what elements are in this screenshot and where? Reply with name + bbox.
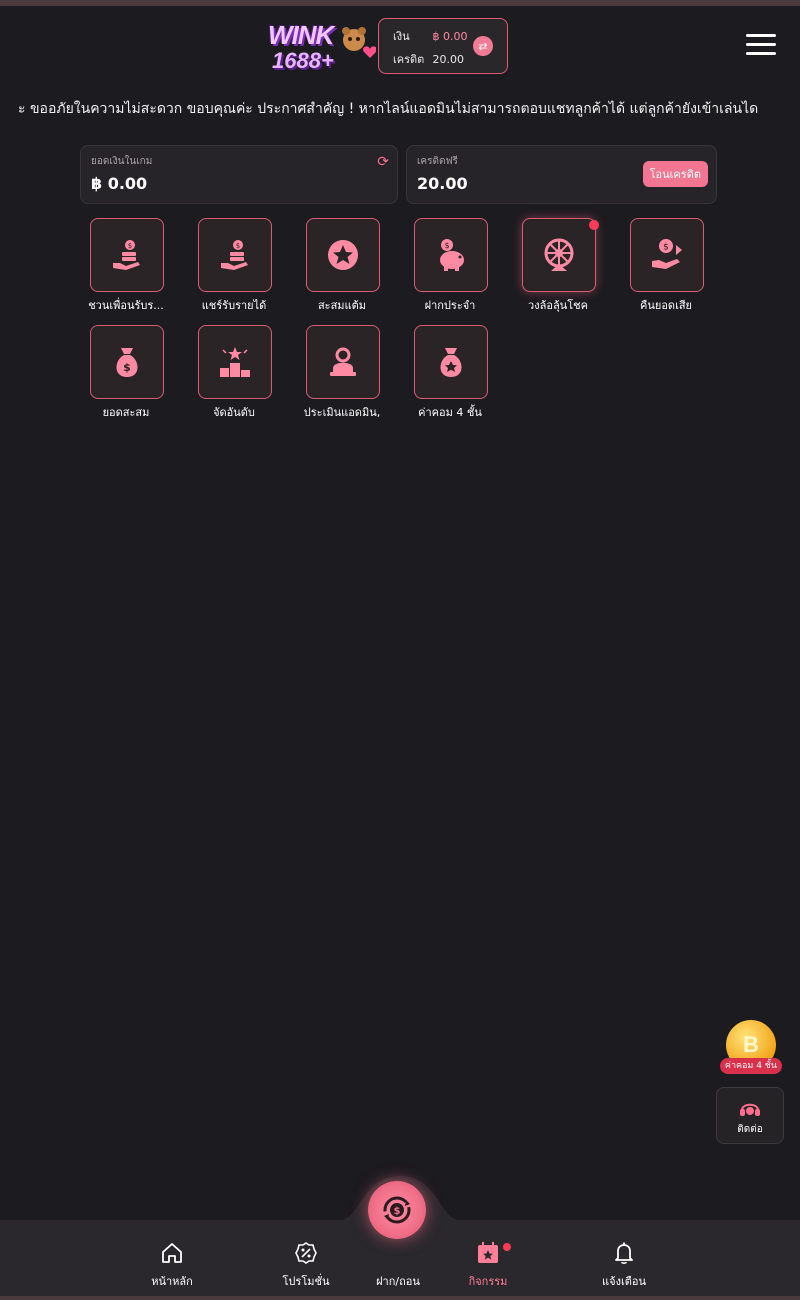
announcement-text: ะ ขออภัยในความไม่สะดวก ขอบคุณค่ะ ประกาศส… xyxy=(18,101,759,117)
nav-notifications[interactable]: แจ้งเตือน xyxy=(574,1240,674,1290)
calendar-star-icon xyxy=(478,1242,498,1263)
menu-item-points[interactable]: สะสมแต้ม xyxy=(296,218,392,318)
menu-item-rate-admin[interactable]: ประเมินแอดมิน, xyxy=(296,325,392,425)
podium-icon xyxy=(220,347,250,377)
wallet-cash-value: ฿ 0.00 xyxy=(432,30,468,43)
wheel-icon xyxy=(544,238,574,271)
nav-activity-label: กิจกรรม xyxy=(468,1275,508,1288)
game-balance-value: ฿ 0.00 xyxy=(91,174,148,193)
coin-symbol: B xyxy=(743,1032,759,1057)
menu-item-label: จัดอันดับ xyxy=(213,406,255,419)
star-badge-icon xyxy=(328,240,358,270)
transfer-credit-button[interactable]: โอนเครดิต xyxy=(642,161,708,187)
menu-item-label: ค่าคอม 4 ชั้น xyxy=(418,406,482,419)
menu-item-share-income[interactable]: $ แชร์รับรายได้ xyxy=(188,218,284,318)
notification-dot xyxy=(503,1243,511,1251)
menu-item-box: $ xyxy=(90,325,164,399)
menu-item-label: แชร์รับรายได้ xyxy=(201,299,267,312)
wallet-credit-row: เครดิต 20.00 xyxy=(393,50,464,68)
refresh-icon[interactable]: ⟳ xyxy=(377,154,389,170)
menu-item-label: ฝากประจำ xyxy=(424,299,476,312)
admin-icon xyxy=(330,347,356,376)
contact-float-button[interactable]: ติดต่อ xyxy=(716,1087,784,1144)
menu-item-label: คืนยอดเสีย xyxy=(640,299,692,312)
notification-dot xyxy=(589,220,599,230)
percent-icon xyxy=(295,1242,317,1264)
support-icon xyxy=(740,1103,760,1116)
nav-promotion-label: โปรโมชั่น xyxy=(282,1275,330,1288)
nav-notifications-label: แจ้งเตือน xyxy=(602,1275,646,1288)
svg-text:$: $ xyxy=(394,1206,401,1217)
logo-text-bottom: 1688+ xyxy=(272,48,334,73)
commission-float-button[interactable]: B ค่าคอม 4 ชั้น xyxy=(720,1020,782,1076)
logo-text-top: WINK xyxy=(268,20,334,50)
menu-item-box xyxy=(414,325,488,399)
header: WINK 1688+ เงิน ฿ 0.00 เครดิต 20.00 ⇄ xyxy=(0,6,800,86)
menu-item-box xyxy=(306,325,380,399)
menu-item-label: สะสมแต้ม xyxy=(317,299,367,312)
mascot-icon xyxy=(342,27,376,58)
nav-promotion[interactable]: โปรโมชั่น xyxy=(256,1240,356,1290)
nav-deposit-withdraw[interactable]: ฝาก/ถอน xyxy=(348,1240,448,1290)
svg-text:$: $ xyxy=(663,243,669,253)
swap-icon[interactable]: ⇄ xyxy=(473,36,493,56)
menu-item-invite-friends[interactable]: $ ชวนเพื่อนรับร... xyxy=(80,218,176,318)
nav-home[interactable]: หน้าหลัก xyxy=(122,1240,222,1290)
deposit-withdraw-button[interactable]: $ xyxy=(368,1181,426,1239)
menu-item-commission[interactable]: ค่าคอม 4 ชั้น xyxy=(404,325,500,425)
wallet-cash-label: เงิน xyxy=(393,30,410,43)
menu-item-label: ชวนเพื่อนรับร... xyxy=(88,299,164,312)
menu-item-box xyxy=(198,325,272,399)
svg-text:$: $ xyxy=(128,242,132,250)
nav-home-label: หน้าหลัก xyxy=(151,1275,193,1288)
svg-text:$: $ xyxy=(444,241,449,250)
menu-item-box xyxy=(522,218,596,292)
coins-hand-icon: $ xyxy=(113,240,140,270)
game-balance-label: ยอดเงินในเกม xyxy=(91,156,153,167)
coins-hand-icon: $ xyxy=(221,240,248,270)
cashback-icon: $ xyxy=(652,239,682,269)
free-credit-value: 20.00 xyxy=(417,174,468,193)
bell-icon xyxy=(615,1242,633,1264)
money-bag-icon: $ xyxy=(116,348,138,377)
menu-item-label: วงล้อลุ้นโชค xyxy=(528,299,588,312)
free-credit-card: เครดิตฟรี 20.00 โอนเครดิต xyxy=(406,145,717,204)
nav-activity[interactable]: กิจกรรม xyxy=(438,1240,538,1290)
menu-item-lucky-wheel[interactable]: วงล้อลุ้นโชค xyxy=(512,218,608,318)
nav-deposit-label: ฝาก/ถอน xyxy=(376,1275,420,1288)
menu-item-cashback[interactable]: $ คืนยอดเสีย xyxy=(620,218,716,318)
hamburger-menu-icon[interactable] xyxy=(746,34,776,58)
announcement-marquee: ะ ขออภัยในความไม่สะดวก ขอบคุณค่ะ ประกาศส… xyxy=(0,96,800,120)
star-bag-icon xyxy=(440,348,462,377)
piggy-bank-icon: $ xyxy=(440,239,464,271)
wallet-box[interactable]: เงิน ฿ 0.00 เครดิต 20.00 ⇄ xyxy=(378,18,508,74)
menu-item-ranking[interactable]: จัดอันดับ xyxy=(188,325,284,425)
menu-item-accumulated[interactable]: $ ยอดสะสม xyxy=(80,325,176,425)
home-icon xyxy=(162,1243,182,1263)
svg-text:$: $ xyxy=(123,361,131,374)
wallet-credit-label: เครดิต xyxy=(393,53,425,66)
menu-item-box: $ xyxy=(90,218,164,292)
menu-item-label: ประเมินแอดมิน, xyxy=(303,406,381,419)
menu-item-box: $ xyxy=(414,218,488,292)
commission-tag: ค่าคอม 4 ชั้น xyxy=(720,1058,782,1074)
menu-item-box: $ xyxy=(198,218,272,292)
game-balance-card: ยอดเงินในเกม ฿ 0.00 ⟳ xyxy=(80,145,398,204)
deposit-icon: $ xyxy=(383,1196,411,1224)
wallet-cash-row: เงิน ฿ 0.00 xyxy=(393,27,468,45)
logo[interactable]: WINK 1688+ xyxy=(258,20,376,78)
svg-text:$: $ xyxy=(236,242,240,250)
free-credit-label: เครดิตฟรี xyxy=(417,156,458,167)
wallet-credit-value: 20.00 xyxy=(432,53,465,66)
menu-item-box: $ xyxy=(630,218,704,292)
bottom-border xyxy=(0,1296,800,1300)
menu-item-label: ยอดสะสม xyxy=(102,406,150,419)
menu-item-fixed-deposit[interactable]: $ ฝากประจำ xyxy=(404,218,500,318)
contact-label: ติดต่อ xyxy=(737,1124,763,1135)
menu-item-box xyxy=(306,218,380,292)
